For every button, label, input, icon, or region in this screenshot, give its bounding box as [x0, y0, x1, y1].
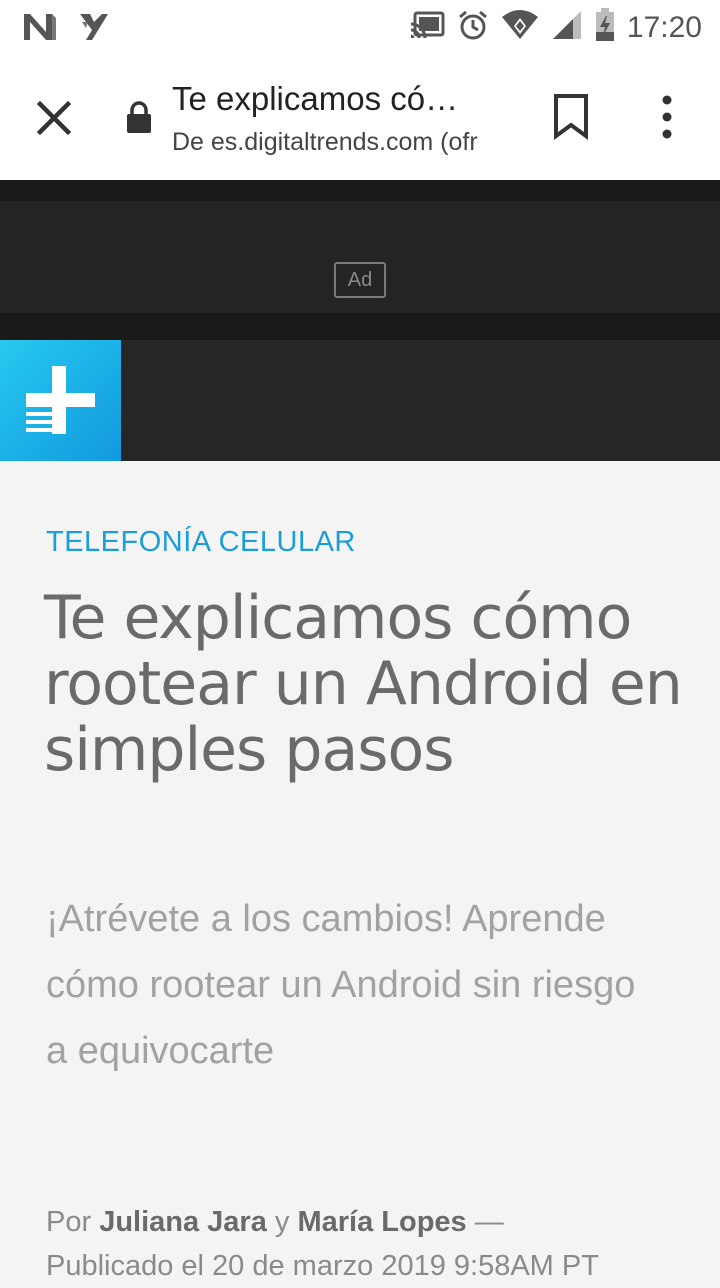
- ad-badge: Ad: [334, 262, 386, 298]
- byline-conjunction: y: [266, 1206, 298, 1238]
- site-header: [0, 340, 720, 461]
- site-logo[interactable]: [0, 340, 121, 461]
- close-icon[interactable]: [32, 96, 76, 140]
- bookmark-icon[interactable]: [550, 92, 592, 140]
- article-subtitle: ¡Atrévete a los cambios! Aprende cómo ro…: [46, 898, 636, 1072]
- status-bar: 17:20: [0, 0, 720, 56]
- check-logo-icon: [78, 12, 110, 47]
- article-byline: Por Juliana Jara y María Lopes — Publicad…: [46, 1200, 720, 1288]
- page-url[interactable]: De es.digitaltrends.com (ofr: [172, 128, 498, 157]
- author-link[interactable]: Juliana Jara: [99, 1206, 267, 1238]
- more-vert-icon[interactable]: [652, 94, 682, 140]
- n-logo-icon: [22, 12, 58, 47]
- author-link[interactable]: María Lopes: [297, 1206, 466, 1238]
- alarm-icon: [457, 9, 489, 46]
- cast-icon: [409, 10, 445, 45]
- custom-tab-toolbar: Te explicamos có… De es.digitaltrends.co…: [0, 56, 720, 180]
- lock-icon: [124, 100, 154, 134]
- page-title[interactable]: Te explicamos có…: [172, 80, 502, 118]
- wifi-icon: [501, 9, 539, 46]
- signal-icon: [551, 9, 583, 46]
- publish-date: Publicado el 20 de marzo 2019 9:58AM PT: [46, 1250, 599, 1282]
- ad-banner[interactable]: Ad: [0, 180, 720, 340]
- byline-dash: —: [466, 1206, 504, 1238]
- ad-container: Ad: [0, 201, 720, 313]
- battery-icon: [595, 8, 615, 47]
- status-time: 17:20: [626, 10, 702, 44]
- article-headline: Te explicamos cómo rootear un Android en…: [44, 583, 683, 785]
- article-category[interactable]: TELEFONÍA CELULAR: [46, 526, 356, 559]
- byline-prefix: Por: [46, 1206, 100, 1238]
